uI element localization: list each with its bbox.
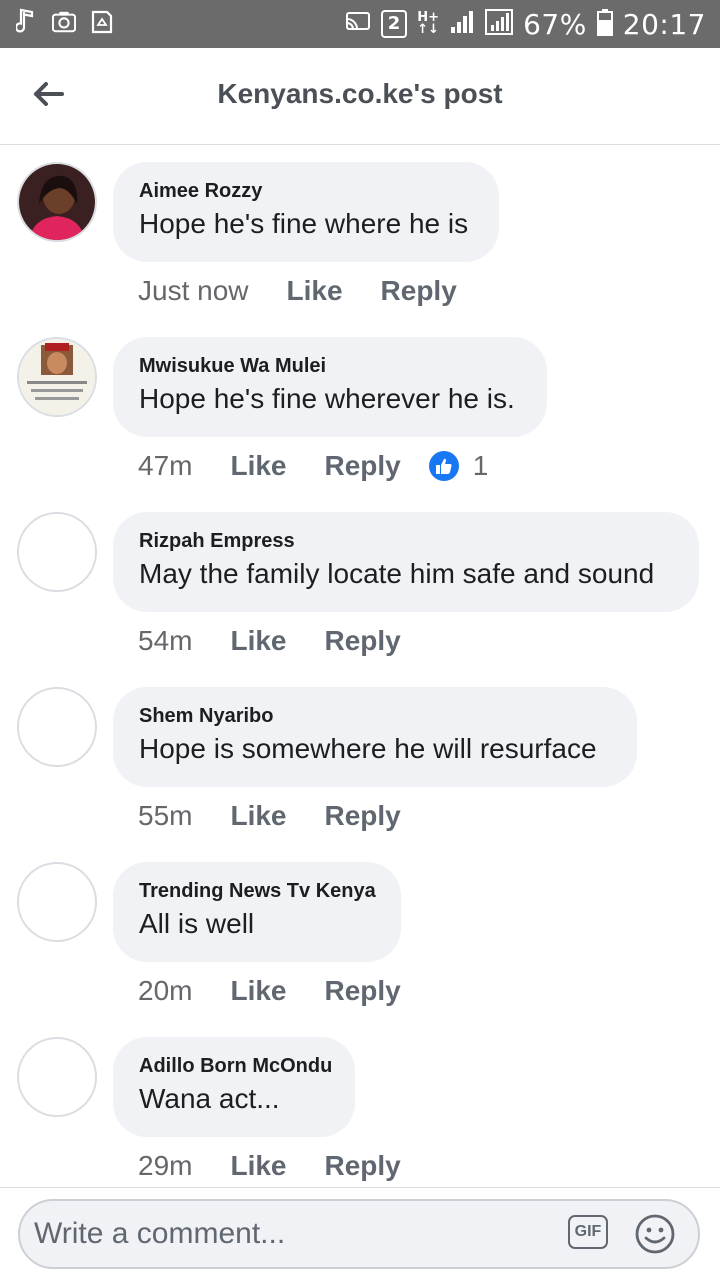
reaction-count: 1: [472, 450, 489, 481]
comment-actions: 55m Like Reply: [138, 800, 401, 832]
comment-input[interactable]: Write a comment... GIF: [18, 1199, 700, 1269]
comment-time: 54m: [138, 625, 193, 656]
reply-button[interactable]: Reply: [325, 800, 401, 832]
clock: 20:17: [622, 7, 706, 41]
comment-bubble[interactable]: Aimee Rozzy Hope he's fine where he is: [113, 162, 499, 262]
like-button[interactable]: Like: [230, 450, 286, 482]
battery-icon: [596, 8, 613, 40]
comment-text: Hope he's fine where he is: [139, 208, 469, 239]
signal-sim2-icon: [485, 9, 514, 39]
comment-item: Trending News Tv Kenya All is well 20m L…: [0, 845, 720, 1020]
comment-text: Hope is somewhere he will resurface: [139, 733, 597, 764]
comment-bubble[interactable]: Shem Nyaribo Hope is somewhere he will r…: [113, 687, 637, 787]
cast-icon: [345, 11, 371, 37]
page-title: Kenyans.co.ke's post: [217, 78, 503, 109]
avatar[interactable]: [17, 337, 97, 417]
camera-icon: [52, 8, 76, 36]
like-button[interactable]: Like: [230, 1150, 286, 1182]
comment-actions: 47m Like Reply 1: [138, 450, 488, 482]
like-button[interactable]: Like: [230, 800, 286, 832]
thumbs-up-icon: [428, 451, 459, 481]
comment-author[interactable]: Mwisukue Wa Mulei: [139, 355, 326, 378]
comment-item: Aimee Rozzy Hope he's fine where he is J…: [0, 145, 720, 320]
comment-time: 29m: [138, 1150, 193, 1181]
comment-bubble[interactable]: Mwisukue Wa Mulei Hope he's fine whereve…: [113, 337, 547, 437]
like-button[interactable]: Like: [287, 275, 343, 307]
reply-button[interactable]: Reply: [325, 975, 401, 1007]
comment-author[interactable]: Rizpah Empress: [139, 530, 295, 553]
reply-button[interactable]: Reply: [381, 275, 457, 307]
comment-time: 20m: [138, 975, 193, 1006]
system-status: 2 H+ ↑↓ 67% 20:17: [345, 0, 706, 48]
gif-button[interactable]: GIF: [568, 1215, 608, 1249]
comment-time: 47m: [138, 450, 193, 481]
comment-bubble[interactable]: Adillo Born McOndu Wana act...: [113, 1037, 355, 1137]
comment-author[interactable]: Aimee Rozzy: [139, 180, 262, 203]
battery-percent: 67%: [523, 7, 587, 41]
comment-time: Just now: [138, 275, 249, 306]
comment-bubble[interactable]: Trending News Tv Kenya All is well: [113, 862, 401, 962]
reply-button[interactable]: Reply: [325, 625, 401, 657]
reaction-summary[interactable]: 1: [428, 450, 489, 482]
comment-placeholder: Write a comment...: [34, 1217, 286, 1250]
reply-button[interactable]: Reply: [325, 450, 401, 482]
comment-item: Mwisukue Wa Mulei Hope he's fine whereve…: [0, 320, 720, 495]
comment-author[interactable]: Trending News Tv Kenya: [139, 880, 376, 903]
avatar[interactable]: [17, 687, 97, 767]
recycle-app-icon: [90, 8, 114, 36]
avatar[interactable]: [17, 1037, 97, 1117]
comment-text: May the family locate him safe and sound: [139, 558, 655, 589]
comment-item: Adillo Born McOndu Wana act... 29m Like …: [0, 1020, 720, 1195]
signal-icon: [449, 10, 475, 38]
comment-item: Rizpah Empress May the family locate him…: [0, 495, 720, 670]
comment-text: Wana act...: [139, 1083, 280, 1114]
notification-icons: [14, 8, 114, 36]
comment-composer: Write a comment... GIF: [0, 1187, 720, 1281]
avatar[interactable]: [17, 512, 97, 592]
comment-actions: 29m Like Reply: [138, 1150, 401, 1182]
smiley-icon[interactable]: [634, 1213, 676, 1255]
comment-time: 55m: [138, 800, 193, 831]
like-button[interactable]: Like: [230, 625, 286, 657]
avatar[interactable]: [17, 162, 97, 242]
comment-bubble[interactable]: Rizpah Empress May the family locate him…: [113, 512, 699, 612]
comment-actions: 54m Like Reply: [138, 625, 401, 657]
network-type: H+ ↑↓: [417, 10, 440, 37]
comment-text: Hope he's fine wherever he is.: [139, 383, 515, 414]
like-button[interactable]: Like: [230, 975, 286, 1007]
comment-text: All is well: [139, 908, 255, 939]
comment-item: Shem Nyaribo Hope is somewhere he will r…: [0, 670, 720, 845]
comment-author[interactable]: Shem Nyaribo: [139, 705, 273, 728]
comment-actions: Just now Like Reply: [138, 275, 457, 307]
avatar[interactable]: [17, 862, 97, 942]
music-note-icon: [14, 8, 38, 36]
sim-badge: 2: [380, 10, 408, 38]
comment-author[interactable]: Adillo Born McOndu: [139, 1055, 332, 1078]
comment-actions: 20m Like Reply: [138, 975, 401, 1007]
post-header: Kenyans.co.ke's post: [0, 48, 720, 145]
status-bar: 2 H+ ↑↓ 67% 20:17: [0, 0, 720, 48]
reply-button[interactable]: Reply: [325, 1150, 401, 1182]
